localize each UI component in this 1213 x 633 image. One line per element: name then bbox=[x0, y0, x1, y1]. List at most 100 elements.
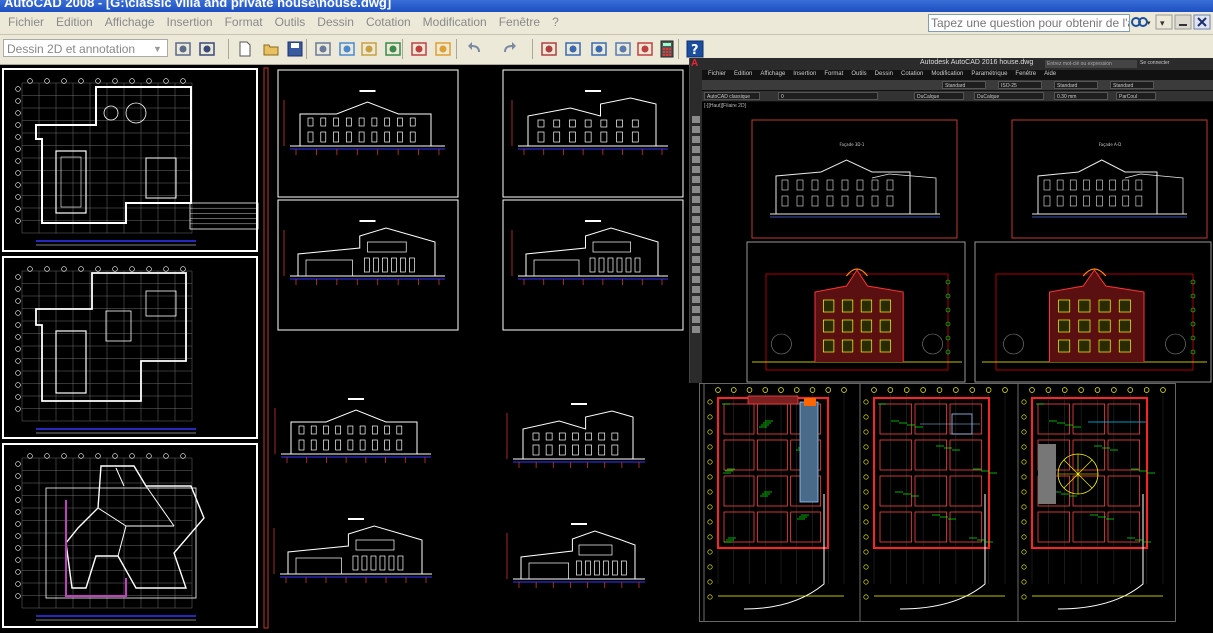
dim-style-select[interactable]: ISO-25 bbox=[998, 81, 1042, 89]
overlay-tool-icon[interactable] bbox=[692, 156, 700, 163]
overlay-tool-icon[interactable] bbox=[692, 216, 700, 223]
color-select[interactable]: DuCalque bbox=[914, 92, 964, 100]
overlay-tool-icon[interactable] bbox=[692, 176, 700, 183]
menu-item[interactable]: Fichier bbox=[2, 15, 50, 29]
overlay-menu-item[interactable]: Fichier bbox=[704, 71, 730, 77]
overlay-tool-icon[interactable] bbox=[692, 296, 700, 303]
menu-item[interactable]: Fenêtre bbox=[493, 15, 546, 29]
overlay-tool-icon[interactable] bbox=[692, 276, 700, 283]
linetype-select[interactable]: DuCalque bbox=[974, 92, 1044, 100]
lineweight-select[interactable]: 0.30 mm bbox=[1054, 92, 1108, 100]
workspace-toolbar-icon[interactable] bbox=[198, 40, 216, 58]
overlay-tool-icon[interactable] bbox=[692, 116, 700, 123]
plot-icon[interactable] bbox=[314, 40, 332, 58]
open-icon[interactable] bbox=[262, 40, 280, 58]
overlay-title-bar: A Autodesk AutoCAD 2016 house.dwg Entrez… bbox=[690, 58, 1213, 70]
tool-palettes-icon[interactable] bbox=[590, 40, 608, 58]
overlay-tool-icon[interactable] bbox=[692, 306, 700, 313]
overlay-menu-item[interactable]: Modification bbox=[927, 71, 967, 77]
overlay-canvas[interactable]: Façade 3D-1 Façade A-D bbox=[702, 102, 1213, 383]
overlay-tool-icon[interactable] bbox=[692, 196, 700, 203]
minimize-icon[interactable] bbox=[1174, 14, 1192, 30]
help-search-input[interactable]: Tapez une question pour obtenir de l'aid… bbox=[928, 14, 1130, 32]
menu-item[interactable]: ? bbox=[546, 15, 565, 29]
overlay-tool-icon[interactable] bbox=[692, 136, 700, 143]
overlay-menu-item[interactable]: Insertion bbox=[789, 71, 820, 77]
overlay-menu-item[interactable]: Outils bbox=[847, 71, 870, 77]
overlay-sheet-1 bbox=[751, 119, 958, 239]
overlay-menu-item[interactable]: Fenêtre bbox=[1011, 71, 1040, 77]
binoculars-icon[interactable]: ▾ bbox=[1129, 14, 1151, 30]
autocad-window: AutoCAD 2008 - [G:\classic villa and pri… bbox=[0, 0, 1213, 633]
overlay-tool-icon[interactable] bbox=[692, 256, 700, 263]
overlay-tool-icon[interactable] bbox=[692, 226, 700, 233]
window-title: AutoCAD 2008 - [G:\classic villa and pri… bbox=[4, 0, 392, 10]
close-icon[interactable] bbox=[1193, 14, 1211, 30]
overlay-tool-icon[interactable] bbox=[692, 326, 700, 333]
overlay-menu-item[interactable]: Aide bbox=[1040, 71, 1060, 77]
overlay-tool-icon[interactable] bbox=[692, 236, 700, 243]
overlay-menu-item[interactable]: Edition bbox=[730, 71, 756, 77]
menu-item[interactable]: Edition bbox=[50, 15, 99, 29]
overlay-tool-icon[interactable] bbox=[692, 246, 700, 253]
overlay-tool-icon[interactable] bbox=[692, 206, 700, 213]
autocad-2016-screenshot: A Autodesk AutoCAD 2016 house.dwg Entrez… bbox=[689, 58, 1213, 383]
workspace-settings-icon[interactable] bbox=[174, 40, 192, 58]
sheet-set-icon[interactable] bbox=[614, 40, 632, 58]
elevation-free-3 bbox=[273, 518, 432, 583]
markup-icon[interactable] bbox=[636, 40, 654, 58]
overlay-tool-icon[interactable] bbox=[692, 186, 700, 193]
overlay-tool-icon[interactable] bbox=[692, 266, 700, 273]
matchprop-icon[interactable] bbox=[410, 40, 428, 58]
chevron-down-icon[interactable]: ▾ bbox=[1155, 14, 1173, 30]
red-border-line bbox=[263, 67, 269, 629]
help-icon[interactable]: ? bbox=[686, 40, 704, 58]
menu-item[interactable]: Outils bbox=[269, 15, 312, 29]
overlay-menu-item[interactable]: Dessin bbox=[871, 71, 897, 77]
redo-icon[interactable] bbox=[500, 40, 518, 58]
workspace-select[interactable]: Dessin 2D et annotation ▼ bbox=[3, 39, 168, 57]
plotstyle-select[interactable]: ParCoul bbox=[1116, 92, 1156, 100]
3d-dwf-icon[interactable] bbox=[384, 40, 402, 58]
text-style-select[interactable]: Standard bbox=[942, 81, 986, 89]
sheet-elevation-2 bbox=[277, 199, 459, 331]
undo-icon[interactable] bbox=[466, 40, 484, 58]
menu-item[interactable]: Affichage bbox=[99, 15, 161, 29]
menu-item[interactable]: Insertion bbox=[161, 15, 219, 29]
design-center-icon[interactable] bbox=[564, 40, 582, 58]
overlay-menu-item[interactable]: Affichage bbox=[756, 71, 789, 77]
workspace-select[interactable]: AutoCAD classique bbox=[704, 92, 760, 100]
menu-item[interactable]: Modification bbox=[417, 15, 493, 29]
overlay-menu-item[interactable]: Cotation bbox=[897, 71, 927, 77]
overlay-tool-icon[interactable] bbox=[692, 146, 700, 153]
new-icon[interactable] bbox=[236, 40, 254, 58]
toolbar-separator bbox=[402, 39, 403, 59]
overlay-tool-icon[interactable] bbox=[692, 126, 700, 133]
menu-item[interactable]: Cotation bbox=[360, 15, 417, 29]
overlay-elevation-b bbox=[1032, 159, 1187, 218]
overlay-tool-icon[interactable] bbox=[692, 286, 700, 293]
table-style-select[interactable]: Standard bbox=[1054, 81, 1098, 89]
overlay-sheet-label: Façade 3D-1 bbox=[840, 142, 865, 147]
toolbar-separator bbox=[228, 39, 229, 59]
block-editor-icon[interactable] bbox=[434, 40, 452, 58]
save-icon[interactable] bbox=[286, 40, 304, 58]
elevation-free-2 bbox=[506, 403, 645, 468]
roof-plan bbox=[15, 453, 205, 621]
plot-preview-icon[interactable] bbox=[338, 40, 356, 58]
properties-icon[interactable] bbox=[540, 40, 558, 58]
svg-text:?: ? bbox=[691, 43, 699, 58]
publish-icon[interactable] bbox=[360, 40, 378, 58]
overlay-tool-icon[interactable] bbox=[692, 166, 700, 173]
quickcalc-icon[interactable] bbox=[658, 40, 676, 58]
overlay-search-input[interactable]: Entrez mot-clé ou expression bbox=[1045, 60, 1137, 68]
chevron-down-icon[interactable]: ▼ bbox=[153, 40, 165, 58]
menu-item[interactable]: Dessin bbox=[311, 15, 360, 29]
overlay-menu-item[interactable]: Paramétrique bbox=[967, 71, 1011, 77]
layer-select[interactable]: 0 bbox=[778, 92, 878, 100]
mleader-style-select[interactable]: Standard bbox=[1110, 81, 1154, 89]
overlay-connect-link[interactable]: Se connecter bbox=[1140, 60, 1169, 66]
overlay-menu-item[interactable]: Format bbox=[820, 71, 847, 77]
menu-item[interactable]: Format bbox=[219, 15, 269, 29]
overlay-tool-icon[interactable] bbox=[692, 316, 700, 323]
